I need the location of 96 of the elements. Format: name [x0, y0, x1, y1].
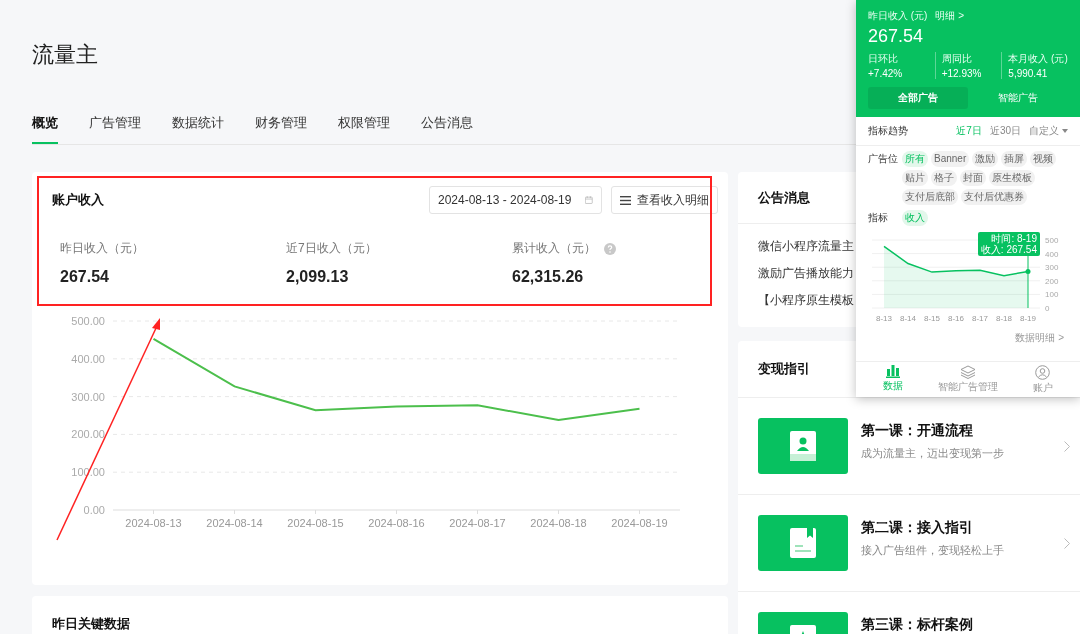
lesson-title[interactable]: 第一课：开通流程	[861, 422, 1051, 440]
axis-label: 0.00	[83, 504, 105, 516]
nav-tab[interactable]: 广告管理	[89, 114, 141, 144]
filter-chip[interactable]: 插屏	[1001, 151, 1028, 167]
axis-label: 400.00	[71, 352, 105, 365]
filter-chip[interactable]: 贴片	[902, 170, 928, 186]
tooltip-text: 时间: 8-19	[991, 233, 1037, 244]
book-icon	[790, 528, 816, 558]
lesson-thumbnail[interactable]	[758, 515, 848, 571]
stat-value: 5,990.41	[1008, 68, 1049, 79]
axis-label: 500.00	[71, 315, 105, 327]
tooltip-text: 收入: 267.54	[980, 244, 1037, 255]
calendar-icon	[585, 194, 593, 206]
nav-tab[interactable]: 财务管理	[255, 114, 307, 144]
axis-label: 8-18	[996, 314, 1012, 323]
lesson-title[interactable]: 第二课：接入指引	[861, 519, 1051, 537]
filter-chip[interactable]: 激励	[972, 151, 999, 167]
axis-label: 300	[1045, 263, 1059, 273]
data-point	[1025, 269, 1031, 275]
axis-label: 2024-08-15	[287, 517, 344, 529]
axis-label: 100	[1045, 290, 1059, 300]
announcement-link[interactable]: 激励广告播放能力	[758, 265, 854, 282]
axis-label: 8-13	[876, 314, 892, 323]
stat-label: 累计收入（元）	[512, 240, 596, 257]
filter-chip[interactable]: Banner	[931, 151, 970, 167]
stat-value: +7.42%	[868, 68, 904, 79]
stat-label: 本月收入 (元)	[1008, 52, 1068, 66]
axis-label: 300.00	[71, 390, 105, 403]
axis-label: 8-19	[1020, 314, 1036, 323]
filter-chip[interactable]: 封面	[960, 170, 986, 186]
layers-icon	[960, 365, 976, 379]
caret-icon	[1062, 129, 1068, 133]
axis-label: 2024-08-13	[125, 517, 182, 529]
stat-label: 昨日收入（元）	[60, 240, 144, 257]
axis-label: 2024-08-18	[530, 517, 587, 529]
filter-label: 广告位	[868, 152, 898, 166]
chevron-icon[interactable]	[1064, 440, 1070, 452]
filter-label: 指标	[868, 211, 889, 225]
bottom-nav-item[interactable]: 智能广告管理	[930, 365, 1006, 395]
summary-label: 昨日收入 (元)	[868, 9, 928, 23]
axis-label: 400	[1045, 249, 1059, 259]
announcement-link[interactable]: 微信小程序流量主	[758, 238, 854, 255]
nav-tab[interactable]: 权限管理	[338, 114, 390, 144]
filter-chip[interactable]: 支付后底部	[902, 189, 958, 205]
card-title: 账户收入	[52, 191, 104, 209]
axis-label: 2024-08-19	[611, 517, 668, 529]
bar-chart-icon	[886, 365, 901, 378]
axis-label: 8-16	[948, 314, 964, 323]
nav-tab[interactable]: 概览	[32, 114, 58, 144]
list-icon	[620, 195, 631, 205]
stat-label: 近7日收入（元）	[286, 240, 377, 257]
profile-card-icon	[790, 431, 816, 461]
date-range-field[interactable]: 2024-08-13 - 2024-08-19	[429, 186, 602, 214]
axis-label: 500	[1045, 236, 1059, 245]
segment-tab[interactable]: 全部广告	[868, 87, 968, 109]
axis-label: 2024-08-17	[449, 517, 506, 529]
range-tab[interactable]: 近30日	[989, 124, 1021, 138]
summary-value: 267.54	[868, 26, 924, 47]
axis-label: 8-14	[900, 314, 916, 323]
card-title: 变现指引	[758, 361, 810, 376]
filter-chip[interactable]: 支付后优惠券	[961, 189, 1027, 205]
axis-label: 200.00	[71, 428, 105, 441]
card-title: 昨日关键数据	[52, 616, 130, 631]
announcement-link[interactable]: 【小程序原生模板	[758, 292, 854, 309]
user-icon	[1035, 365, 1051, 380]
page-title: 流量主	[32, 41, 98, 69]
range-tab[interactable]: 自定义	[1029, 124, 1068, 138]
income-detail-button[interactable]: 查看收入明细	[611, 186, 718, 214]
axis-label: 8-15	[924, 314, 940, 323]
data-detail-link[interactable]: 数据明细 >	[1009, 330, 1070, 346]
axis-label: 200	[1045, 276, 1059, 286]
axis-label: 2024-08-16	[368, 517, 425, 529]
nav-tab[interactable]: 公告消息	[421, 114, 473, 144]
lesson-subtitle: 接入广告组件，变现轻松上手	[861, 543, 1005, 558]
lesson-subtitle: 成为流量主，迈出变现第一步	[861, 446, 1005, 461]
filter-chip[interactable]: 视频	[1030, 151, 1057, 167]
filter-chip[interactable]: 原生模板	[989, 170, 1035, 186]
stat-value: +12.93%	[941, 68, 983, 79]
stat-value: 2,099.13	[286, 268, 349, 286]
axis-label: 8-17	[972, 314, 988, 323]
lesson-title[interactable]: 第三课：标杆案例	[861, 616, 1070, 634]
filter-chip[interactable]: 格子	[931, 170, 957, 186]
star-card-icon	[790, 625, 816, 634]
axis-label: 2024-08-14	[206, 517, 263, 529]
help-icon[interactable]	[604, 242, 616, 255]
card-title: 公告消息	[758, 190, 810, 205]
stat-value: 267.54	[60, 268, 109, 286]
stat-value: 62,315.26	[512, 268, 584, 286]
stat-label: 周同比	[941, 52, 973, 66]
section-title: 指标趋势	[868, 124, 909, 138]
bottom-nav-item[interactable]: 账户	[1005, 365, 1080, 395]
stat-label: 日环比	[868, 52, 899, 66]
lesson-thumbnail[interactable]	[758, 418, 848, 474]
axis-label: 0	[1045, 304, 1050, 313]
chevron-icon[interactable]	[1064, 537, 1070, 549]
nav-tab[interactable]: 数据统计	[172, 114, 224, 144]
